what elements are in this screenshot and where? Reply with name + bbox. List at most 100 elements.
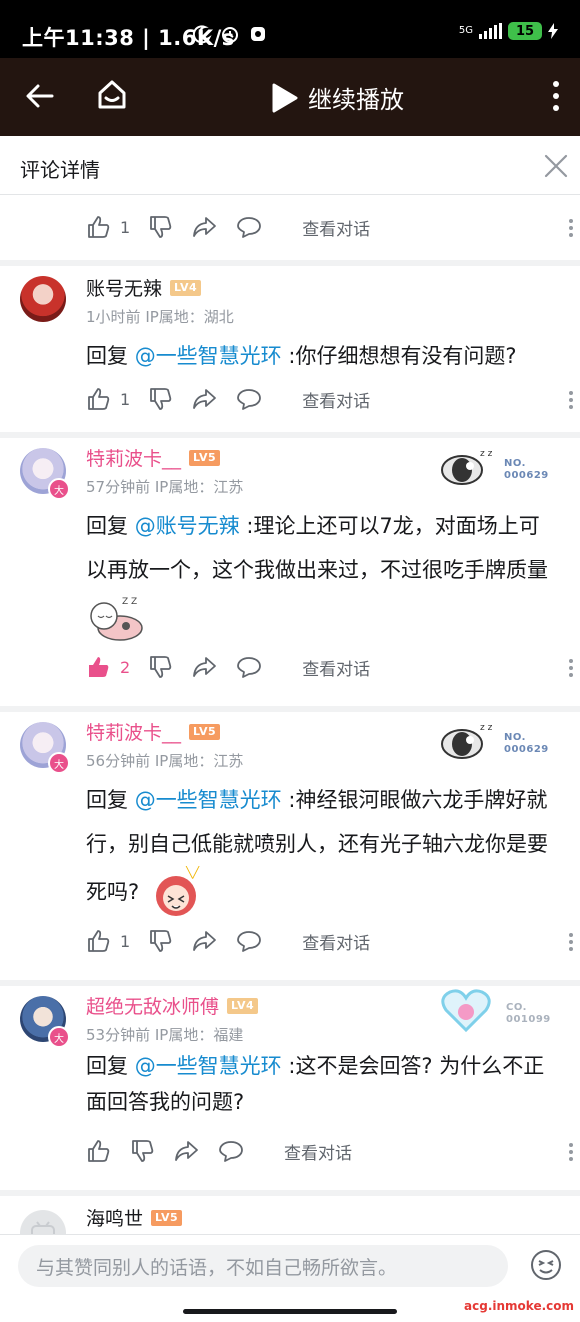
- svg-text:z z: z z: [480, 723, 492, 733]
- avatar[interactable]: [20, 1210, 66, 1234]
- comment-body: :你仔细想想有没有问题?: [281, 344, 517, 368]
- like-button[interactable]: [86, 1138, 112, 1164]
- ip-location: IP属地：福建: [154, 1026, 244, 1044]
- laughing-girl-sticker: ╲╱: [155, 866, 200, 916]
- fan-badge-icon[interactable]: z z: [440, 720, 492, 764]
- mention-link[interactable]: @账号无辣: [135, 514, 240, 538]
- avatar[interactable]: [20, 276, 66, 322]
- sleepy-cow-sticker: Z Z: [90, 597, 143, 641]
- like-button[interactable]: 1: [86, 928, 130, 954]
- comment-username[interactable]: 海鸣世 LV5: [86, 1204, 183, 1231]
- moon-icon: [192, 25, 212, 44]
- like-count: 1: [120, 217, 131, 237]
- comment-list: 1 查看对话 账号无辣 LV4 1小时前 IP属地：湖北 回复 @一些智慧光环 :…: [0, 194, 580, 1234]
- comment-actions: 查看对话: [86, 1136, 573, 1166]
- app-notification-icon: [251, 27, 265, 41]
- reply-button[interactable]: [236, 928, 262, 954]
- dislike-button[interactable]: [148, 386, 174, 412]
- comment-item: 账号无辣 LV4 1小时前 IP属地：湖北 回复 @一些智慧光环 :你仔细想想有没…: [0, 266, 580, 432]
- view-conversation-link[interactable]: 查看对话: [302, 387, 370, 412]
- comment-text: 回复 @一些智慧光环 :你仔细想想有没有问题?: [86, 334, 560, 378]
- view-conversation-link[interactable]: 查看对话: [302, 929, 370, 954]
- back-arrow-icon[interactable]: [24, 80, 56, 112]
- reply-prefix: 回复: [86, 344, 135, 368]
- close-icon[interactable]: [544, 154, 568, 178]
- level-badge: LV5: [189, 449, 221, 466]
- more-options-icon[interactable]: [568, 932, 574, 952]
- comment-username[interactable]: 特莉波卡__ LV5: [86, 444, 221, 471]
- emoji-icon[interactable]: [530, 1249, 562, 1281]
- dislike-button[interactable]: [148, 928, 174, 954]
- like-button[interactable]: 1: [86, 214, 130, 240]
- vip-badge-icon: 大: [48, 1026, 70, 1048]
- share-icon: [175, 1141, 198, 1161]
- share-button[interactable]: [192, 654, 218, 680]
- dislike-button[interactable]: [148, 214, 174, 240]
- comment-username[interactable]: 超绝无敌冰师傅 LV4: [86, 992, 259, 1019]
- comment-actions: 2 查看对话: [86, 652, 573, 682]
- alarm-icon: [222, 27, 238, 43]
- reply-button[interactable]: [236, 386, 262, 412]
- view-conversation-link[interactable]: 查看对话: [302, 655, 370, 680]
- like-button[interactable]: 2: [86, 654, 130, 680]
- dislike-button[interactable]: [130, 1138, 156, 1164]
- continue-play-button[interactable]: 继续播放: [270, 80, 404, 115]
- status-bar: 上午11:38 | 1.6K/s 5G 15: [0, 0, 580, 58]
- dislike-button[interactable]: [148, 654, 174, 680]
- share-button[interactable]: [192, 928, 218, 954]
- like-button[interactable]: 1: [86, 386, 130, 412]
- comment-meta: 57分钟前 IP属地：江苏: [86, 476, 243, 497]
- signal-icon: [479, 23, 502, 39]
- comment-actions: 1 查看对话: [86, 926, 573, 956]
- comment-input[interactable]: 与其赞同别人的话语，不如自己畅所欲言。: [18, 1245, 508, 1287]
- share-button[interactable]: [192, 214, 218, 240]
- badge-label: NO.: [504, 732, 526, 743]
- ip-location: IP属地：江苏: [154, 478, 244, 496]
- thumb-down-icon: [150, 656, 172, 678]
- comment-item: 大 超绝无敌冰师傅 LV4 53分钟前 IP属地：福建 CO. 001099 回复 …: [0, 986, 580, 1190]
- fan-badge-icon[interactable]: z z: [440, 446, 492, 490]
- comment-time: 1小时前: [86, 308, 141, 326]
- more-options-icon[interactable]: [568, 390, 574, 410]
- heart-fan-badge-icon[interactable]: [440, 988, 492, 1034]
- mention-link[interactable]: @一些智慧光环: [135, 788, 282, 812]
- username-text: 特莉波卡__: [86, 722, 182, 744]
- comment-username[interactable]: 账号无辣 LV4: [86, 274, 202, 301]
- mention-link[interactable]: @一些智慧光环: [135, 344, 282, 368]
- reply-button[interactable]: [236, 214, 262, 240]
- thumb-down-icon: [150, 216, 172, 238]
- more-vertical-icon[interactable]: [550, 80, 562, 112]
- share-icon: [193, 389, 217, 409]
- view-conversation-link[interactable]: 查看对话: [302, 215, 370, 240]
- more-options-icon[interactable]: [568, 218, 574, 238]
- badge-number: 000629: [504, 470, 549, 481]
- view-conversation-link[interactable]: 查看对话: [284, 1139, 352, 1164]
- network-type: 5G: [458, 25, 473, 36]
- reply-button[interactable]: [218, 1138, 244, 1164]
- share-button[interactable]: [192, 386, 218, 412]
- comment-item: 大 特莉波卡__ LV5 57分钟前 IP属地：江苏 z z NO. 000629 …: [0, 438, 580, 706]
- comment-meta: 53分钟前 IP属地：福建: [86, 1024, 243, 1045]
- fan-badge-number: NO. 000629: [504, 458, 549, 482]
- thumb-up-icon: [88, 388, 110, 410]
- reply-button[interactable]: [236, 654, 262, 680]
- reply-prefix: 回复: [86, 1054, 135, 1078]
- level-badge: LV5: [189, 723, 221, 740]
- thumb-up-icon: [88, 1140, 110, 1162]
- svg-text:Z Z: Z Z: [122, 597, 137, 607]
- more-options-icon[interactable]: [568, 1142, 574, 1162]
- video-top-bar: 继续播放: [0, 58, 580, 136]
- comment-input-bar: 与其赞同别人的话语，不如自己畅所欲言。 acg.inmoke.com: [0, 1234, 580, 1322]
- mention-link[interactable]: @一些智慧光环: [135, 1054, 282, 1078]
- badge-number: 001099: [506, 1014, 551, 1025]
- comment-meta: 1小时前 IP属地：湖北: [86, 306, 234, 327]
- thumb-up-filled-icon: [89, 657, 109, 677]
- home-icon[interactable]: [94, 77, 130, 113]
- chat-bubble-icon: [237, 389, 262, 410]
- more-options-icon[interactable]: [568, 658, 574, 678]
- share-button[interactable]: [174, 1138, 200, 1164]
- battery-indicator: 15: [508, 22, 542, 40]
- comment-username[interactable]: 特莉波卡__ LV5: [86, 718, 221, 745]
- thumb-up-icon: [88, 930, 110, 952]
- comment-time: 56分钟前: [86, 752, 151, 770]
